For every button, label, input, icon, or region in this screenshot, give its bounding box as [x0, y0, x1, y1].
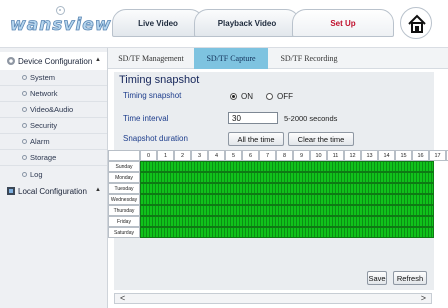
- day-schedule-row[interactable]: [140, 172, 434, 183]
- grid-corner-cell: [108, 150, 140, 161]
- sidebar-local-configuration[interactable]: Local Configuration ▲: [0, 182, 107, 200]
- hour-header-cell: 12: [344, 150, 361, 161]
- sidebar-item-label: Log: [30, 169, 43, 179]
- snapshot-off-radio[interactable]: [266, 93, 273, 100]
- collapse-caret-icon: ▲: [95, 187, 101, 193]
- day-schedule-row[interactable]: [140, 183, 434, 194]
- hour-header-cell: 5: [225, 150, 242, 161]
- sidebar-local-configuration-label: Local Configuration: [18, 186, 87, 196]
- day-label: Friday: [108, 216, 140, 227]
- tab-sd-tf-recording[interactable]: SD/TF Recording: [268, 48, 350, 69]
- sidebar-item-label: Video&Audio: [30, 105, 74, 114]
- hour-header-cell: 10: [310, 150, 327, 161]
- timing-snapshot-label: Timing snapshot: [123, 91, 182, 100]
- bullet-icon: [22, 91, 27, 96]
- snapshot-duration-label: Snapshot duration: [123, 134, 188, 143]
- day-label: Monday: [108, 172, 140, 183]
- tab-sd-tf-capture[interactable]: SD/TF Capture: [194, 48, 268, 69]
- bullet-icon: [22, 75, 27, 80]
- day-schedule-row[interactable]: [140, 194, 434, 205]
- sidebar-item-label: Security: [30, 121, 58, 130]
- time-interval-input[interactable]: [228, 112, 278, 124]
- hour-header-cell: 0: [140, 150, 157, 161]
- sidebar-item-security[interactable]: Security: [0, 118, 107, 134]
- hour-header-cell: 6: [242, 150, 259, 161]
- time-interval-label: Time interval: [123, 114, 169, 123]
- snapshot-schedule-grid: 0123456789101112131415161718SundayMonday…: [108, 150, 448, 242]
- gear-icon: [7, 57, 15, 65]
- sidebar-item-network[interactable]: Network: [0, 86, 107, 102]
- day-schedule-row[interactable]: [140, 205, 434, 216]
- hour-header-cell: 17: [429, 150, 446, 161]
- clear-the-time-button[interactable]: Clear the time: [288, 132, 354, 146]
- sidebar-item-system[interactable]: System: [0, 70, 107, 86]
- sub-tab-bar: SD/TF Management SD/TF Capture SD/TF Rec…: [108, 48, 448, 69]
- hour-header-cell: 1: [157, 150, 174, 161]
- home-button[interactable]: [400, 7, 432, 39]
- horizontal-scrollbar[interactable]: < >: [114, 293, 432, 304]
- collapse-caret-icon: ▲: [95, 57, 101, 63]
- day-schedule-row[interactable]: [140, 161, 434, 172]
- day-label: Thursday: [108, 205, 140, 216]
- hour-header-cell: 11: [327, 150, 344, 161]
- monitor-icon: [7, 187, 15, 195]
- save-button[interactable]: Save: [367, 271, 387, 285]
- sidebar-item-log[interactable]: Log: [0, 166, 107, 182]
- sidebar-item-video-audio[interactable]: Video&Audio: [0, 102, 107, 118]
- hour-header-cell: 4: [208, 150, 225, 161]
- sidebar-device-configuration[interactable]: Device Configuration ▲: [0, 52, 107, 70]
- day-label: Tuesday: [108, 183, 140, 194]
- sidebar-item-label: System: [30, 73, 56, 82]
- sidebar-item-storage[interactable]: Storage: [0, 150, 107, 166]
- tab-set-up[interactable]: Set Up: [292, 9, 394, 37]
- refresh-button[interactable]: Refresh: [393, 271, 427, 285]
- sidebar-item-label: Network: [30, 89, 58, 98]
- all-the-time-button[interactable]: All the time: [228, 132, 284, 146]
- tab-sd-tf-management[interactable]: SD/TF Management: [108, 48, 194, 69]
- bullet-icon: [22, 171, 27, 177]
- day-schedule-row[interactable]: [140, 227, 434, 238]
- snapshot-off-label: OFF: [277, 92, 293, 101]
- hour-header-cell: 14: [378, 150, 395, 161]
- sidebar-item-label: Alarm: [30, 137, 50, 146]
- top-navigation-bar: wansview Live Video Playback Video Set U…: [0, 0, 448, 48]
- day-schedule-row[interactable]: [140, 216, 434, 227]
- hour-header-cell: 2: [174, 150, 191, 161]
- hour-header-cell: 16: [412, 150, 429, 161]
- day-label: Sunday: [108, 161, 140, 172]
- hour-header-cell: 8: [276, 150, 293, 161]
- scroll-left-arrow-icon[interactable]: <: [120, 294, 125, 303]
- hour-header-cell: 15: [395, 150, 412, 161]
- snapshot-on-radio[interactable]: [230, 93, 237, 100]
- hour-header-cell: 13: [361, 150, 378, 161]
- time-interval-hint: 5-2000 seconds: [284, 114, 338, 123]
- tab-live-video[interactable]: Live Video: [112, 9, 204, 37]
- wansview-logo: wansview: [4, 6, 111, 35]
- house-icon: [408, 14, 426, 33]
- camera-lens-icon: [56, 6, 65, 15]
- sidebar: Device Configuration ▲ System Network Vi…: [0, 48, 108, 308]
- sidebar-device-configuration-label: Device Configuration: [18, 56, 93, 66]
- logo-text: wansview: [10, 15, 112, 36]
- hour-header-cell: 9: [293, 150, 310, 161]
- snapshot-on-label: ON: [241, 92, 253, 101]
- page-title: Timing snapshot: [119, 74, 200, 86]
- bullet-icon: [22, 123, 27, 128]
- sidebar-item-alarm[interactable]: Alarm: [0, 134, 107, 150]
- day-label: Wednesday: [108, 194, 140, 205]
- scroll-right-arrow-icon[interactable]: >: [421, 294, 426, 303]
- day-label: Saturday: [108, 227, 140, 238]
- tab-playback-video[interactable]: Playback Video: [194, 9, 300, 37]
- bullet-icon: [22, 107, 27, 112]
- bullet-icon: [22, 155, 27, 160]
- bullet-icon: [22, 139, 27, 144]
- hour-header-cell: 3: [191, 150, 208, 161]
- sidebar-item-label: Storage: [30, 153, 57, 162]
- hour-header-cell: 7: [259, 150, 276, 161]
